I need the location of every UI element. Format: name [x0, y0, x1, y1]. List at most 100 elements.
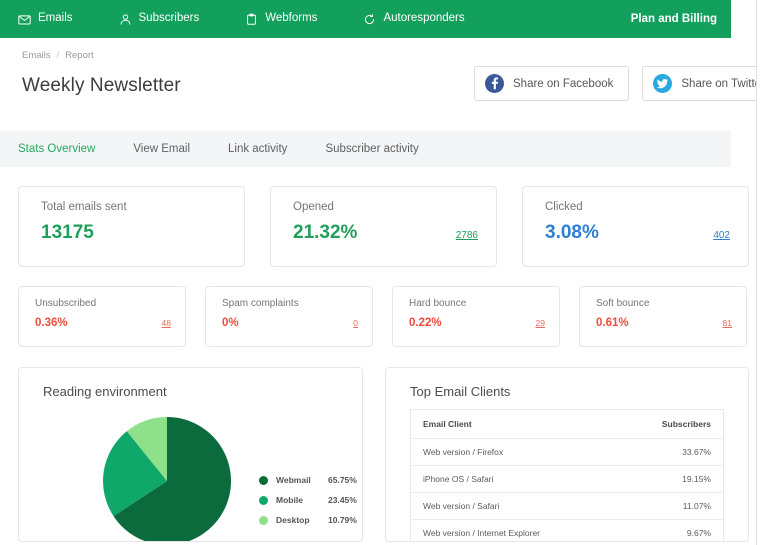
cell-email-client: Web version / Internet Explorer: [410, 519, 617, 541]
stat-link-unsubscribed-count[interactable]: 48: [162, 318, 171, 328]
panels-row: Reading environment Webmail 65.75% Mobil…: [0, 367, 756, 542]
top-navigation-bar: Emails Subscribers Webforms Autoresponde…: [0, 0, 731, 38]
table-body: Web version / Firefox 33.67% iPhone OS / S…: [410, 438, 724, 541]
legend-swatch-mobile: [259, 495, 268, 505]
legend-item-mobile: Mobile 23.45%: [259, 495, 357, 505]
clipboard-icon: [245, 13, 258, 26]
pie-legend: Webmail 65.75% Mobile 23.45% Desktop 10.…: [259, 475, 357, 525]
page-title: Weekly Newsletter: [22, 75, 181, 96]
stat-label-soft-bounce: Soft bounce: [596, 298, 650, 309]
share-on-twitter-label: Share on Twitter: [681, 77, 757, 90]
top-email-clients-title: Top Email Clients: [410, 384, 511, 399]
breadcrumb-item-emails[interactable]: Emails: [22, 50, 51, 61]
stat-card-clicked: Clicked 3.08% 402: [522, 186, 749, 267]
legend-item-webmail: Webmail 65.75%: [259, 475, 357, 485]
stat-link-clicked-count[interactable]: 402: [713, 230, 730, 241]
tab-subscriber-activity[interactable]: Subscriber activity: [325, 143, 418, 155]
facebook-icon: [485, 74, 504, 93]
stat-value-clicked: 3.08%: [545, 222, 599, 243]
table-row: Web version / Firefox 33.67%: [410, 438, 724, 466]
column-header-email-client: Email Client: [410, 409, 617, 439]
nav-item-webforms[interactable]: Webforms: [245, 13, 317, 26]
stat-card-hard-bounce: Hard bounce 0.22% 29: [392, 286, 560, 347]
share-on-facebook-label: Share on Facebook: [513, 77, 614, 90]
stat-link-soft-bounce-count[interactable]: 81: [723, 318, 732, 328]
legend-value-mobile: 23.45%: [328, 495, 357, 505]
stat-value-hard-bounce: 0.22%: [409, 317, 442, 329]
stat-card-soft-bounce: Soft bounce 0.61% 81: [579, 286, 747, 347]
top-email-clients-panel: Top Email Clients Email Client Subscribe…: [385, 367, 749, 542]
breadcrumb-separator: /: [56, 50, 60, 61]
legend-item-desktop: Desktop 10.79%: [259, 515, 357, 525]
stat-label-opened: Opened: [293, 201, 334, 213]
cell-subscribers: 33.67%: [616, 438, 724, 466]
stat-label-spam-complaints: Spam complaints: [222, 298, 299, 309]
share-button-group: Share on Facebook Share on Twitter: [474, 66, 757, 101]
column-header-subscribers: Subscribers: [616, 409, 724, 439]
stat-value-soft-bounce: 0.61%: [596, 317, 629, 329]
reading-environment-chart: Webmail 65.75% Mobile 23.45% Desktop 10.…: [43, 417, 362, 541]
nav-item-emails[interactable]: Emails: [18, 13, 73, 26]
plan-and-billing-link[interactable]: Plan and Billing: [631, 13, 717, 25]
cell-email-client: iPhone OS / Safari: [410, 465, 617, 493]
reading-environment-panel: Reading environment Webmail 65.75% Mobil…: [18, 367, 363, 542]
legend-swatch-webmail: [259, 475, 268, 485]
nav-label-webforms: Webforms: [265, 12, 318, 25]
breadcrumb-item-report: Report: [65, 50, 94, 61]
table-row: Web version / Safari 11.07%: [410, 492, 724, 520]
pie-chart: [103, 417, 231, 541]
stat-label-unsubscribed: Unsubscribed: [35, 298, 97, 309]
tab-stats-overview[interactable]: Stats Overview: [18, 143, 95, 155]
stat-card-total-emails-sent: Total emails sent 13175: [18, 186, 245, 267]
cell-email-client: Web version / Safari: [410, 492, 617, 520]
stat-value-opened: 21.32%: [293, 222, 358, 243]
primary-stats-row: Total emails sent 13175 Opened 21.32% 27…: [0, 186, 756, 267]
tab-link-activity[interactable]: Link activity: [228, 143, 287, 155]
stat-value-spam-complaints: 0%: [222, 317, 239, 329]
legend-value-webmail: 65.75%: [328, 475, 357, 485]
share-on-twitter-button[interactable]: Share on Twitter: [642, 66, 757, 101]
nav-label-autoresponders: Autoresponders: [383, 12, 465, 25]
cell-email-client: Web version / Firefox: [410, 438, 617, 466]
breadcrumb: Emails / Report: [0, 38, 756, 61]
tab-bar: Stats Overview View Email Link activity …: [0, 131, 731, 167]
share-on-facebook-button[interactable]: Share on Facebook: [474, 66, 630, 101]
legend-swatch-desktop: [259, 515, 268, 525]
table-header-row: Email Client Subscribers: [410, 409, 724, 439]
stats-cards-area: Total emails sent 13175 Opened 21.32% 27…: [0, 186, 756, 347]
reading-environment-title: Reading environment: [43, 384, 167, 399]
legend-label-desktop: Desktop: [276, 515, 310, 525]
nav-item-subscribers[interactable]: Subscribers: [119, 12, 200, 26]
table-row: iPhone OS / Safari 19.15%: [410, 465, 724, 493]
twitter-icon: [653, 74, 673, 93]
table-row: Web version / Internet Explorer 9.67%: [410, 519, 724, 541]
secondary-stats-row: Unsubscribed 0.36% 48 Spam complaints 0%…: [0, 286, 756, 347]
stat-card-spam-complaints: Spam complaints 0% 0: [205, 286, 373, 347]
nav-label-subscribers: Subscribers: [138, 12, 200, 25]
stat-link-spam-complaints-count[interactable]: 0: [353, 318, 358, 328]
nav-label-emails: Emails: [38, 12, 73, 25]
screenshot-root: Emails Subscribers Webforms Autoresponde…: [0, 0, 769, 545]
tab-view-email[interactable]: View Email: [133, 143, 190, 155]
stat-link-opened-count[interactable]: 2786: [456, 230, 478, 241]
stat-label-clicked: Clicked: [545, 201, 583, 213]
stat-card-unsubscribed: Unsubscribed 0.36% 48: [18, 286, 186, 347]
refresh-icon: [363, 13, 376, 26]
stat-value-unsubscribed: 0.36%: [35, 317, 68, 329]
legend-label-webmail: Webmail: [276, 475, 311, 485]
person-icon: [119, 13, 132, 26]
stat-label-hard-bounce: Hard bounce: [409, 298, 467, 309]
stat-card-opened: Opened 21.32% 2786: [270, 186, 497, 267]
stat-link-hard-bounce-count[interactable]: 29: [536, 318, 545, 328]
stat-label-total-emails-sent: Total emails sent: [41, 201, 127, 213]
legend-value-desktop: 10.79%: [328, 515, 357, 525]
email-clients-table: Email Client Subscribers Web version / F…: [410, 409, 724, 541]
nav-item-autoresponders[interactable]: Autoresponders: [363, 12, 465, 26]
cell-subscribers: 11.07%: [616, 492, 724, 520]
stat-value-total-emails-sent: 13175: [41, 222, 94, 243]
envelope-icon: [18, 13, 31, 26]
cell-subscribers: 9.67%: [616, 519, 724, 541]
browser-viewport: Emails Subscribers Webforms Autoresponde…: [0, 0, 757, 545]
cell-subscribers: 19.15%: [616, 465, 724, 493]
legend-label-mobile: Mobile: [276, 495, 303, 505]
